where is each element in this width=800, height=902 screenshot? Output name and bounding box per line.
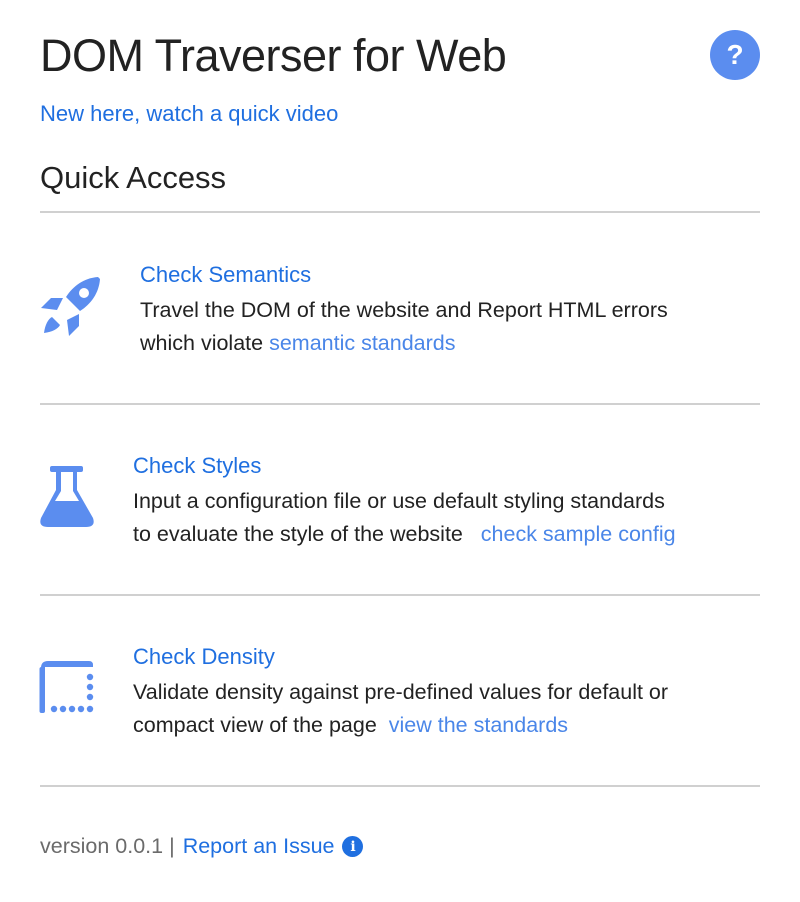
video-link[interactable]: New here, watch a quick video	[40, 101, 338, 127]
app-title: DOM Traverser for Web	[40, 30, 507, 81]
check-styles-description: Input a configuration file or use defaul…	[133, 489, 676, 546]
question-icon: ?	[726, 39, 744, 70]
check-semantics-button[interactable]: Check Semantics	[140, 262, 311, 288]
divider	[40, 403, 760, 405]
help-button[interactable]: ?	[710, 30, 760, 80]
check-density-button[interactable]: Check Density	[133, 644, 275, 670]
divider	[40, 785, 760, 787]
info-icon[interactable]: i	[342, 836, 364, 857]
rocket-icon	[41, 277, 100, 336]
divider	[40, 211, 760, 213]
version-label: version 0.0.1	[40, 834, 164, 858]
flask-icon	[40, 466, 94, 527]
check-density-description: Validate density against pre-defined val…	[133, 680, 669, 737]
semantic-standards-link[interactable]: semantic standards	[269, 331, 455, 355]
divider	[40, 594, 760, 596]
report-issue-link[interactable]: Report an Issue	[183, 834, 335, 859]
density-icon	[39, 661, 94, 713]
view-standards-link[interactable]: view the standards	[389, 713, 568, 737]
footer: version 0.0.1 | Report an Issue i	[40, 834, 364, 859]
check-sample-config-link[interactable]: check sample config	[481, 522, 676, 546]
check-semantics-description: Travel the DOM of the website and Report…	[140, 298, 668, 355]
check-styles-button[interactable]: Check Styles	[133, 453, 261, 479]
footer-separator: |	[169, 834, 175, 858]
section-title: Quick Access	[40, 160, 227, 195]
